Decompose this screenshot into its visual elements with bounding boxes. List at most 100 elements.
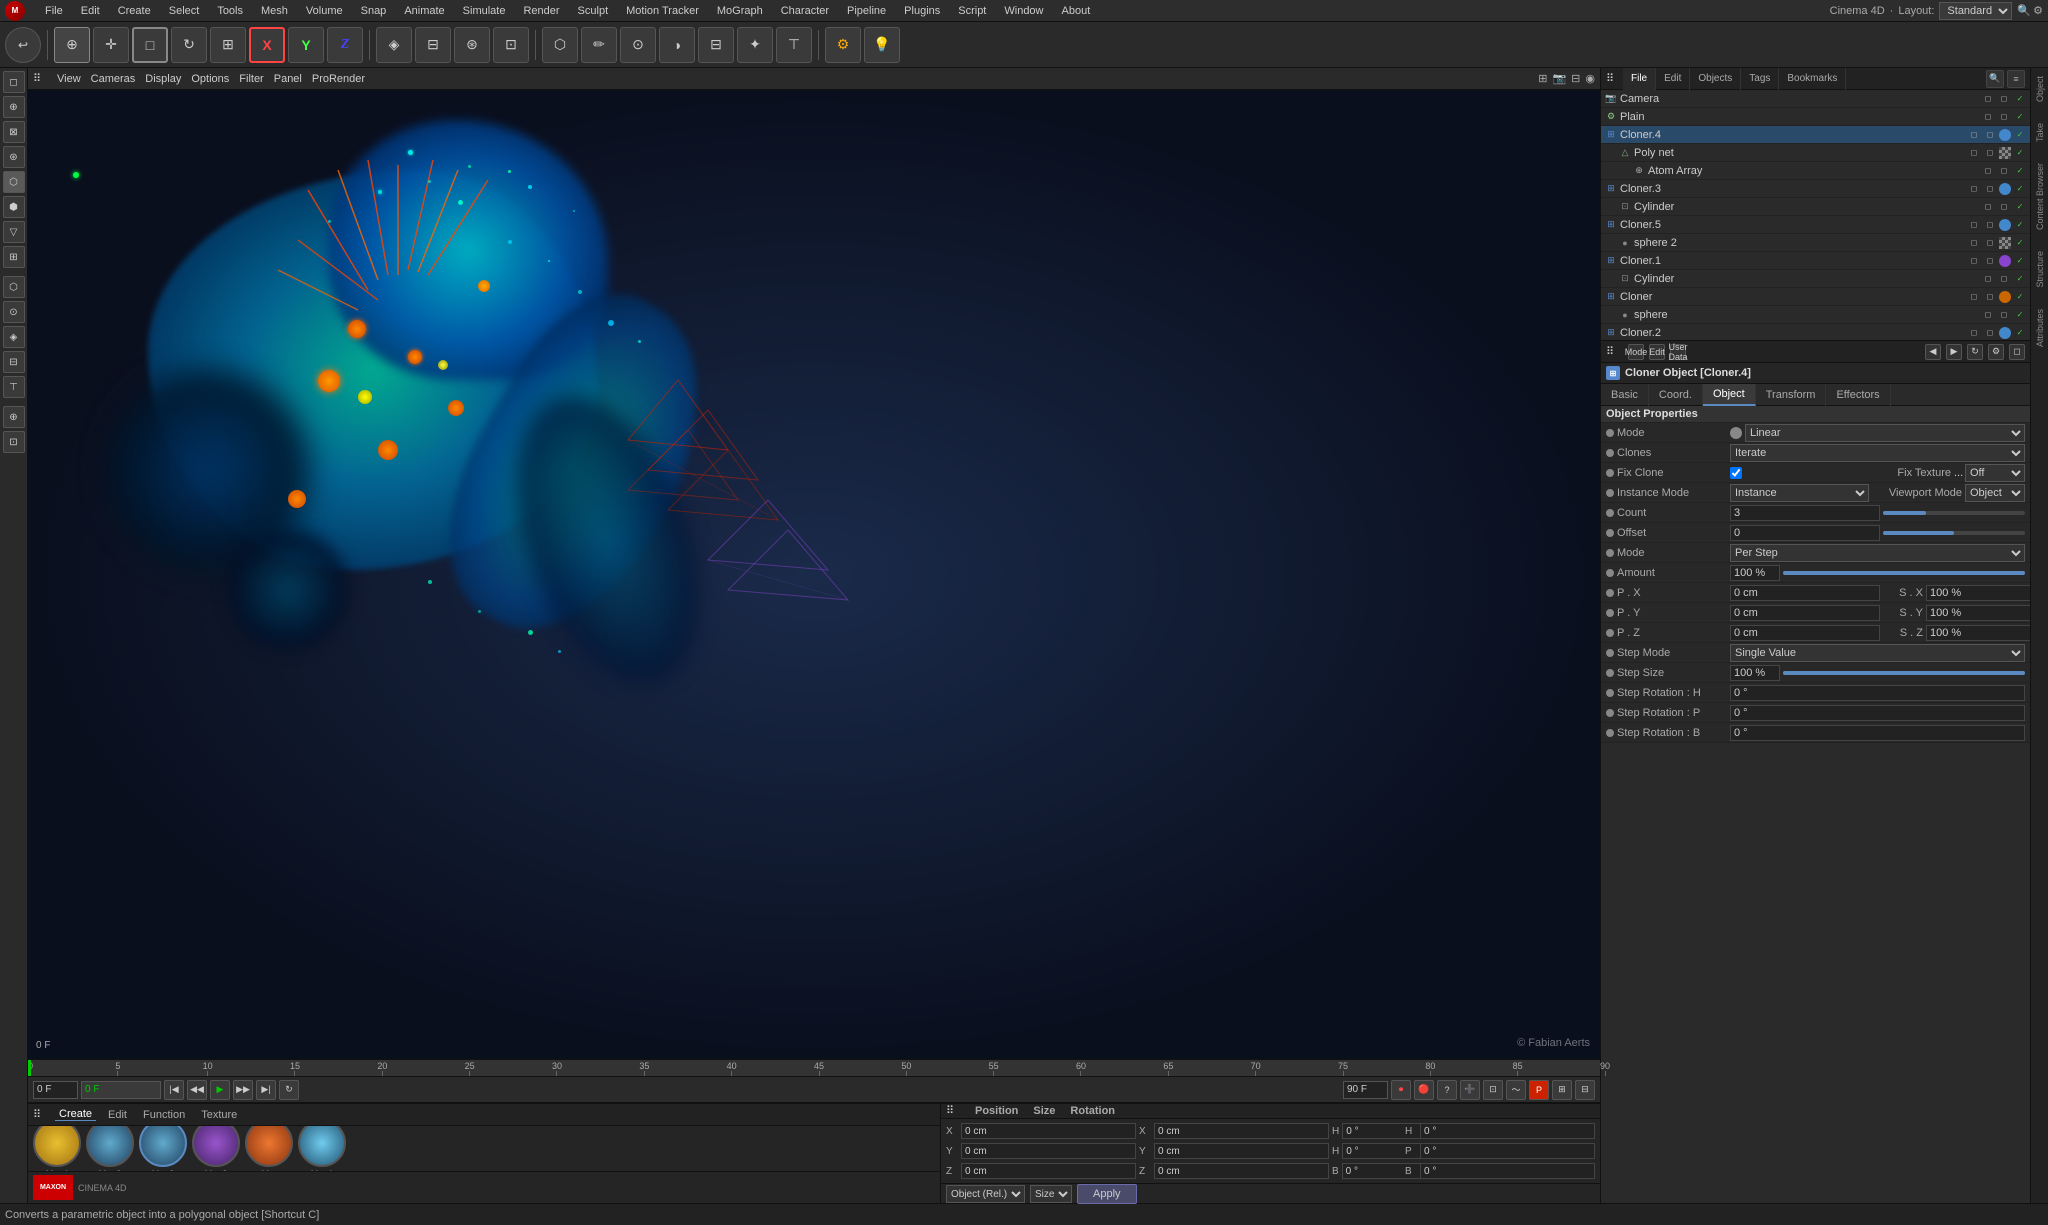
om-check-icon-sphere[interactable]: ✓	[2013, 308, 2027, 322]
nurbs-btn[interactable]: ⊙	[620, 27, 656, 63]
menu-snap[interactable]: Snap	[358, 5, 390, 17]
size-z-input[interactable]	[1154, 1163, 1329, 1179]
left-btn-4[interactable]: ⊛	[3, 146, 25, 168]
viewport-panel-menu[interactable]: Panel	[274, 73, 302, 85]
left-btn-12[interactable]: ⊟	[3, 351, 25, 373]
attr-tab-basic[interactable]: Basic	[1601, 384, 1649, 406]
mat-item-mat4[interactable]: Mat.4	[33, 1126, 81, 1171]
om-render-icon-cylinder2[interactable]: ◻	[1997, 272, 2011, 286]
om-tab-bookmarks[interactable]: Bookmarks	[1779, 68, 1846, 90]
object-mode-btn[interactable]: ◈	[376, 27, 412, 63]
transform-mode-select[interactable]: Object (Rel.)	[946, 1185, 1025, 1203]
om-visible-icon-plain[interactable]: ◻	[1981, 110, 1995, 124]
om-item-cloner5[interactable]: ⊞ Cloner.5 ◻ ◻ ✓	[1601, 216, 2030, 234]
om-item-cloner[interactable]: ⊞ Cloner ◻ ◻ ✓	[1601, 288, 2030, 306]
count-input[interactable]	[1730, 505, 1880, 521]
transform-drag-handle[interactable]: ⠿	[946, 1104, 960, 1118]
mat-item-mat1b[interactable]: Mat.1	[298, 1126, 346, 1171]
offset-slider[interactable]	[1883, 531, 2025, 535]
om-visible-icon-cloner3[interactable]: ◻	[1967, 182, 1981, 196]
menu-character[interactable]: Character	[778, 5, 832, 17]
om-item-cylinder2[interactable]: ⊡ Cylinder ◻ ◻ ✓	[1601, 270, 2030, 288]
rv-tab-object[interactable]: Object	[2035, 73, 2045, 105]
amount-input[interactable]	[1730, 565, 1780, 581]
om-visible-icon-sphere[interactable]: ◻	[1981, 308, 1995, 322]
add-key-btn[interactable]: ➕	[1460, 1080, 1480, 1100]
left-btn-5[interactable]: ⬡	[3, 171, 25, 193]
step-size-slider[interactable]	[1783, 671, 2025, 675]
menu-plugins[interactable]: Plugins	[901, 5, 943, 17]
left-btn-9[interactable]: ⬡	[3, 276, 25, 298]
loop-btn[interactable]: ↻	[279, 1080, 299, 1100]
viewport-camera-icon[interactable]: 📷	[1552, 72, 1566, 85]
om-check-icon-cloner[interactable]: ✓	[2013, 290, 2027, 304]
om-render-icon-cloner4[interactable]: ◻	[1983, 128, 1997, 142]
om-item-sphere2a[interactable]: ● sphere 2 ◻ ◻ ✓	[1601, 234, 2030, 252]
om-item-cloner2[interactable]: ⊞ Cloner.2 ◻ ◻ ✓	[1601, 324, 2030, 340]
end-frame-input[interactable]	[1343, 1081, 1388, 1099]
viewport-cameras-menu[interactable]: Cameras	[91, 73, 136, 85]
z-axis-btn[interactable]: Z	[327, 27, 363, 63]
play-btn[interactable]: ▶	[210, 1080, 230, 1100]
transform-size-select[interactable]: Size	[1030, 1185, 1072, 1203]
om-check-icon-cloner5[interactable]: ✓	[2013, 218, 2027, 232]
attr-tab-effectors[interactable]: Effectors	[1826, 384, 1890, 406]
mat-tab-edit[interactable]: Edit	[104, 1109, 131, 1121]
left-btn-7[interactable]: ▽	[3, 221, 25, 243]
attr-tab-coord[interactable]: Coord.	[1649, 384, 1703, 406]
mat-tab-function[interactable]: Function	[139, 1109, 189, 1121]
mat-item-mat2b[interactable]: Mat.2	[192, 1126, 240, 1171]
om-render-icon-cloner[interactable]: ◻	[1983, 290, 1997, 304]
step-mode-select[interactable]: Single Value Per Axis	[1730, 644, 2025, 662]
floor-btn[interactable]: ⊤	[776, 27, 812, 63]
rp-input[interactable]	[1420, 1143, 1595, 1159]
menu-edit[interactable]: Edit	[78, 5, 103, 17]
om-item-plain[interactable]: ⚙ Plain ◻ ◻ ✓	[1601, 108, 2030, 126]
left-btn-10[interactable]: ⊙	[3, 301, 25, 323]
menu-mesh[interactable]: Mesh	[258, 5, 291, 17]
menu-pipeline[interactable]: Pipeline	[844, 5, 889, 17]
start-frame-display[interactable]: 0 F	[81, 1081, 161, 1099]
om-check-icon-polynet[interactable]: ✓	[2013, 146, 2027, 160]
left-btn-11[interactable]: ◈	[3, 326, 25, 348]
prev-frame-btn[interactable]: ◀◀	[187, 1080, 207, 1100]
mat-tab-texture[interactable]: Texture	[197, 1109, 241, 1121]
menu-about[interactable]: About	[1059, 5, 1094, 17]
instance-mode-select[interactable]: Instance Render Instance Multi-Instance	[1730, 484, 1869, 502]
rv-tab-structure[interactable]: Structure	[2035, 248, 2045, 291]
om-visible-icon-cloner4[interactable]: ◻	[1967, 128, 1981, 142]
attr-user-data-btn[interactable]: User Data	[1670, 344, 1686, 360]
sz-input[interactable]	[1926, 625, 2030, 641]
cube-btn[interactable]: ⬡	[542, 27, 578, 63]
om-check-icon-atom-array[interactable]: ✓	[2013, 164, 2027, 178]
search-icon[interactable]: 🔍	[2017, 4, 2031, 17]
srp-input[interactable]	[1730, 705, 2025, 721]
mat-item-mat3c[interactable]: Mat.3	[139, 1126, 187, 1171]
om-render-icon-sphere[interactable]: ◻	[1997, 308, 2011, 322]
timeline-ruler-container[interactable]: 051015202530354045505560657075808590	[28, 1059, 1600, 1077]
timeline-expand-btn[interactable]: ⊟	[1575, 1080, 1595, 1100]
rotate-tool-btn[interactable]: ↻	[171, 27, 207, 63]
left-btn-8[interactable]: ⊞	[3, 246, 25, 268]
settings-icon[interactable]: ⚙	[2033, 4, 2043, 17]
om-item-atom-array[interactable]: ⊕ Atom Array ◻ ◻ ✓	[1601, 162, 2030, 180]
om-tab-objects[interactable]: Objects	[1690, 68, 1741, 90]
om-visible-icon-cloner5[interactable]: ◻	[1967, 218, 1981, 232]
om-render-icon-sphere2a[interactable]: ◻	[1983, 236, 1997, 250]
om-check-icon-camera[interactable]: ✓	[2013, 92, 2027, 106]
viewport-prorender-menu[interactable]: ProRender	[312, 73, 365, 85]
layout-select[interactable]: Standard	[1939, 2, 2012, 20]
om-check-icon-cloner1[interactable]: ✓	[2013, 254, 2027, 268]
step-size-input[interactable]	[1730, 665, 1780, 681]
pos-z-input[interactable]	[961, 1163, 1136, 1179]
menu-file[interactable]: File	[42, 5, 66, 17]
size-y-input[interactable]	[1154, 1143, 1329, 1159]
scale-tool-btn[interactable]: □	[132, 27, 168, 63]
menu-tools[interactable]: Tools	[214, 5, 246, 17]
om-check-icon-cloner2[interactable]: ✓	[2013, 326, 2027, 340]
camera-btn[interactable]: ⊟	[698, 27, 734, 63]
om-render-icon-cloner5[interactable]: ◻	[1983, 218, 1997, 232]
py-input[interactable]	[1730, 605, 1880, 621]
om-visible-icon-sphere2a[interactable]: ◻	[1967, 236, 1981, 250]
x-axis-btn[interactable]: X	[249, 27, 285, 63]
